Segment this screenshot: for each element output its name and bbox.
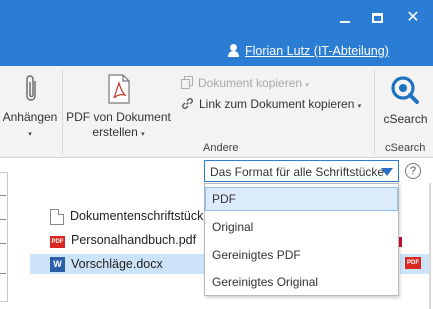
- chevron-down-icon: ▾: [357, 103, 362, 110]
- copy-document-label: Dokument kopieren: [198, 76, 303, 90]
- format-select-value: Das Format für alle Schriftstücke: [210, 165, 385, 179]
- close-button[interactable]: ✕: [403, 8, 423, 28]
- csearch-label: cSearch: [383, 112, 428, 126]
- attach-button[interactable]: Anhängen ▾: [0, 70, 60, 140]
- chevron-down-icon: ▾: [141, 131, 145, 138]
- minimize-icon: [340, 21, 350, 23]
- group-label-csearch: cSearch: [385, 142, 426, 154]
- file-item[interactable]: PDF Personalhandbuch.pdf: [50, 230, 200, 250]
- format-select[interactable]: Das Format für alle Schriftstücke: [204, 160, 399, 182]
- user-name: Florian Lutz (IT-Abteilung): [245, 44, 389, 58]
- link-icon: [182, 98, 193, 109]
- user-icon: [228, 44, 239, 57]
- create-pdf-label-line1: PDF von Dokument: [66, 110, 171, 124]
- document-icon: [50, 208, 64, 225]
- file-name: Personalhandbuch.pdf: [71, 233, 197, 247]
- copy-link-button[interactable]: Link zum Dokument kopieren ▾: [181, 97, 361, 111]
- create-pdf-button[interactable]: PDF von Dokument erstellen ▾: [65, 70, 172, 140]
- attach-label: Anhängen: [2, 110, 58, 124]
- title-bar: ✕ Florian Lutz (IT-Abteilung): [0, 0, 433, 66]
- file-item[interactable]: Dokumentenschriftstück: [50, 206, 204, 226]
- csearch-icon: [391, 76, 419, 104]
- format-option-original[interactable]: Original: [205, 215, 398, 239]
- format-option-cleaned-pdf[interactable]: Gereinigtes PDF: [205, 243, 398, 267]
- pdf-icon: PDF: [50, 235, 65, 248]
- dropdown-arrow-icon[interactable]: [381, 168, 393, 176]
- chevron-down-icon: ▾: [305, 82, 309, 89]
- ribbon-separator: [62, 70, 63, 154]
- copy-document-button[interactable]: Dokument kopieren ▾: [181, 76, 309, 90]
- paperclip-icon: [26, 75, 36, 101]
- maximize-icon: [372, 13, 383, 23]
- ribbon: Anhängen ▾ PDF von Dokument erstellen ▾ …: [0, 66, 433, 158]
- status-marker: [399, 237, 402, 247]
- create-pdf-label-line2: erstellen: [92, 125, 138, 139]
- ribbon-separator: [374, 70, 375, 154]
- format-option-cleaned-original[interactable]: Gereinigtes Original: [205, 270, 398, 294]
- close-icon: ✕: [406, 9, 420, 26]
- pdf-document-icon: [108, 74, 130, 104]
- copy-link-label: Link zum Dokument kopieren: [199, 97, 355, 111]
- pdf-icon: PDF: [405, 257, 421, 269]
- file-name: Dokumentenschriftstück: [70, 209, 204, 223]
- left-panel-edge: [0, 172, 8, 302]
- csearch-button[interactable]: cSearch: [378, 70, 433, 140]
- chevron-down-icon: ▾: [28, 131, 32, 138]
- group-label-andere: Andere: [203, 142, 239, 154]
- help-icon[interactable]: ?: [405, 163, 421, 179]
- file-item-selected[interactable]: W Vorschläge.docx: [30, 254, 204, 274]
- minimize-button[interactable]: [335, 8, 355, 28]
- format-dropdown-list: PDF Original Gereinigtes PDF Gereinigtes…: [204, 183, 399, 296]
- panel-divider: [429, 183, 431, 309]
- maximize-button[interactable]: [368, 8, 388, 28]
- file-name: Vorschläge.docx: [71, 257, 163, 271]
- word-icon: W: [50, 257, 65, 273]
- user-account-link[interactable]: Florian Lutz (IT-Abteilung): [228, 44, 389, 58]
- copy-icon: [181, 76, 193, 89]
- format-option-pdf[interactable]: PDF: [205, 187, 398, 211]
